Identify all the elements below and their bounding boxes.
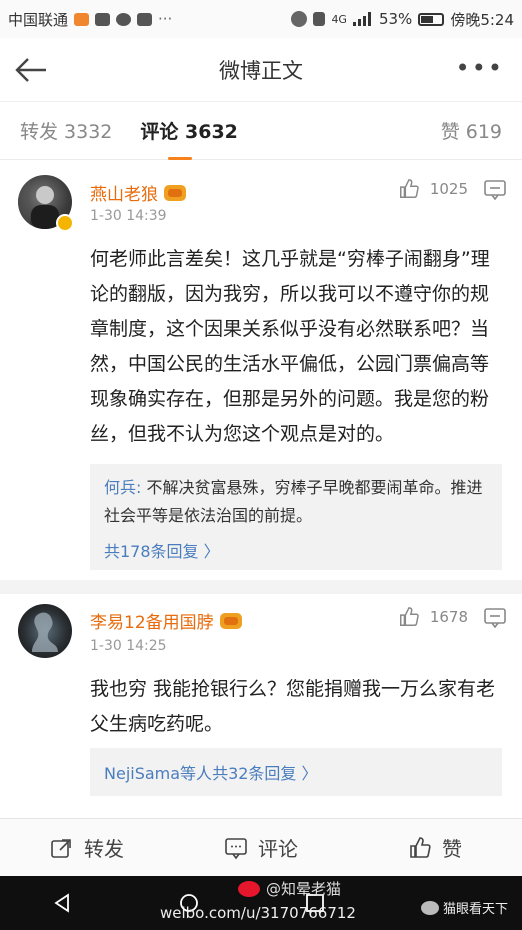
chat-notification-icon — [116, 12, 132, 26]
thumbs-up-icon — [399, 607, 419, 626]
clock: 傍晚5:24 — [450, 10, 514, 29]
carrier-label: 中国联通 — [8, 10, 69, 29]
comment-like-button[interactable]: 1025 — [398, 178, 468, 200]
repost-button[interactable]: 转发 — [0, 833, 174, 862]
more-options-icon[interactable]: ••• — [456, 54, 504, 82]
tab-likes[interactable]: 赞 619 — [441, 117, 502, 144]
repost-icon — [51, 838, 71, 858]
reply-author[interactable]: 何兵: — [104, 478, 141, 497]
page-header: 微博正文 ••• — [0, 38, 522, 102]
like-count: 1025 — [429, 180, 468, 198]
member-crown-icon — [219, 612, 242, 629]
tab-comments[interactable]: 评论 3632 — [140, 117, 238, 160]
reply-preview[interactable]: 何兵: 不解决贫富悬殊，穷棒子早晚都要闹革命。推进社会平等是依法治国的前提。 共… — [90, 464, 502, 570]
status-bar: 中国联通 ··· 4G 53% 傍晚5:24 — [0, 0, 522, 38]
reply-text: 不解决贫富悬殊，穷棒子早晚都要闹革命。推进社会平等是依法治国的前提。 — [104, 478, 483, 525]
comment-like-button[interactable]: 1678 — [398, 606, 468, 628]
back-arrow-icon[interactable] — [14, 52, 50, 88]
view-replies-link[interactable]: 共178条回复 〉 — [104, 538, 488, 562]
watermark-url: weibo.com/u/3170766712 — [160, 904, 356, 922]
hotspot-icon — [291, 11, 308, 27]
comment-time: 1-30 14:25 — [90, 638, 167, 654]
reply-icon[interactable] — [484, 608, 506, 628]
view-replies-link[interactable]: 共32条回复 〉 — [212, 760, 317, 784]
weibo-logo-icon — [238, 880, 260, 897]
wechat-logo-icon — [420, 900, 439, 915]
section-divider — [0, 580, 522, 594]
reply-icon[interactable] — [484, 180, 506, 200]
comment-text: 何老师此言差矣！这几乎就是“穷棒子闹翻身”理论的翻版，因为我穷，所以我可以不遵守… — [90, 248, 490, 445]
more-notifications-icon: ··· — [158, 10, 173, 28]
comment-icon — [225, 837, 247, 859]
username[interactable]: 李易12备用国脖 — [90, 608, 214, 633]
nav-back-icon[interactable] — [52, 892, 74, 914]
comment-item: 李易12备用国脖 1-30 14:25 1678 我也穷 我能抢银行么？您能捐赠… — [0, 594, 522, 816]
reply-preview[interactable]: NejiSama等人 共32条回复 〉 — [90, 748, 502, 796]
tab-bar: 转发 3332 评论 3632 赞 619 — [0, 102, 522, 160]
signal-icon — [352, 12, 371, 26]
like-button[interactable]: 赞 — [348, 833, 522, 862]
username[interactable]: 燕山老狼 — [90, 180, 158, 205]
action-bar: 转发 评论 赞 — [0, 818, 522, 876]
comment-text: 我也穷 我能抢银行么？您能捐赠我一万么家有老父生病吃药呢。 — [90, 678, 496, 735]
battery-icon — [418, 12, 445, 26]
like-label: 赞 — [442, 837, 462, 861]
watermark-wechat: 猫眼看天下 — [420, 898, 508, 917]
thumbs-up-icon — [399, 179, 419, 198]
watermark-handle: @知晕老猫 — [238, 878, 341, 899]
comment-time: 1-30 14:39 — [90, 208, 167, 224]
avatar[interactable] — [18, 604, 72, 658]
repost-label: 转发 — [84, 837, 124, 861]
battery-percent: 53% — [378, 10, 413, 28]
verified-badge-icon — [56, 214, 74, 232]
comment-item: 燕山老狼 1-30 14:39 1025 何老师此言差矣！这几乎就是“穷棒子闹翻… — [0, 160, 522, 576]
like-count: 1678 — [429, 608, 468, 626]
tab-repost[interactable]: 转发 3332 — [20, 117, 112, 144]
comment-label: 评论 — [258, 837, 298, 861]
member-crown-icon — [164, 184, 186, 201]
sim-icon — [95, 12, 111, 26]
network-type: 4G — [331, 12, 347, 26]
page-title: 微博正文 — [219, 58, 303, 83]
app-notification-icon — [74, 12, 90, 26]
comment-button[interactable]: 评论 — [174, 833, 348, 862]
vibrate-icon — [313, 12, 326, 26]
mail-icon — [137, 12, 153, 26]
thumbs-up-icon — [410, 836, 431, 858]
reply-authors[interactable]: NejiSama等人 — [104, 760, 212, 784]
